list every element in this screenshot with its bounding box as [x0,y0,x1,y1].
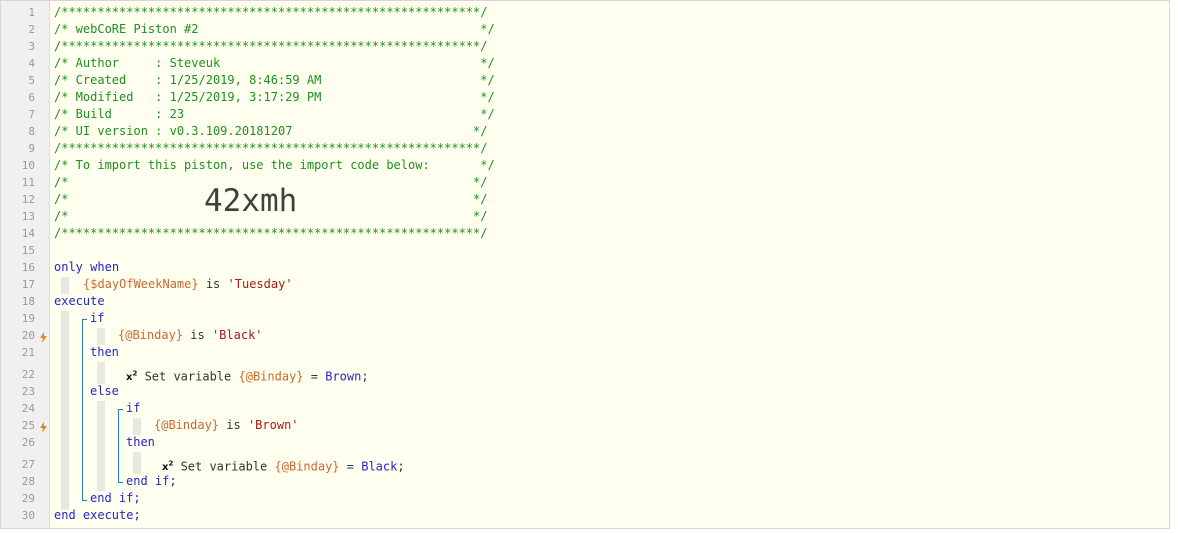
keyword-if[interactable]: if [90,310,104,327]
operator-is: is [226,418,241,432]
comment-title: /* webCoRE Piston #2 */ [54,22,495,36]
only-when-line: only when [54,259,119,276]
variable-binday: {@Binday} [154,418,220,432]
operator-is: is [205,277,221,291]
line-number: 8 [28,125,35,138]
set-variable-line[interactable]: x2 Set variable {@Binday} = Black; [162,456,405,476]
set-variable-line[interactable]: x2 Set variable {@Binday} = Brown; [126,366,369,386]
line-number: 5 [28,74,35,87]
line-number: 22 [21,368,35,381]
indent-guide [97,362,105,384]
keyword-end-execute: end execute; [54,508,141,522]
line-number: 6 [28,91,35,104]
keyword-end-if: end if; [90,491,141,505]
line-number: 14 [21,227,35,240]
block-line [118,409,119,483]
comment-created: /* Created : 1/25/2019, 8:46:59 AM */ [54,73,495,87]
keyword-if[interactable]: if [126,400,140,417]
indent-guide [61,311,69,510]
line-number: 7 [28,108,35,121]
line-number: 3 [28,40,35,53]
line-number: 24 [21,402,35,415]
variable-x2-icon: x2 [162,460,174,474]
comment-author: /* Author : Steveuk */ [54,56,495,70]
line-number: 4 [28,57,35,70]
line-number: 10 [21,159,35,172]
indent-guide [97,328,105,345]
comment-modified: /* Modified : 1/25/2019, 3:17:29 PM */ [54,90,495,104]
line-number: 11 [21,176,35,189]
indent-guide [133,418,141,435]
value-black: Black [361,459,398,474]
condition-line[interactable]: {@Binday} is 'Black' [118,327,263,344]
line-number: 16 [21,261,35,274]
indent-guide [97,401,105,491]
block-line [82,500,87,501]
line-number: 1 [28,6,35,19]
variable-binday: {@Binday} [118,328,184,342]
variable-x2-icon: x2 [126,370,138,384]
keyword-when: when [90,260,120,274]
comment-border: /***************************************… [54,39,488,53]
action-set-variable: Set variable [144,369,232,384]
keyword-then: then [90,345,119,359]
keyword-then: then [126,435,155,449]
block-line [82,319,83,501]
line-gutter: 1 2 3 4 5 6 7 8 9 10 11 12 13 14 15 16 17 18 19 20 21 22 23 24 2… [1,1,50,528]
block-line [118,409,123,410]
value-brown: Brown [325,369,362,384]
line-number: 25 [21,419,35,432]
line-number: 17 [21,278,35,291]
comment-build: /* Build : 23 */ [54,107,495,121]
block-line [82,319,87,320]
condition-line[interactable]: {@Binday} is 'Brown' [154,417,299,434]
comment-border: /***************************************… [54,141,488,155]
comment-import-text: /* To import this piston, use the import… [54,158,495,172]
line-number: 15 [21,244,35,257]
comment-border: /***************************************… [54,226,488,240]
keyword-end-if: end if; [126,474,177,488]
line-number: 18 [21,295,35,308]
indent-guide [61,277,69,294]
line-number: 27 [21,458,35,471]
comment-ui-version: /* UI version : v0.3.109.20181207 */ [54,124,488,138]
keyword-else: else [90,384,119,398]
keyword-only: only [54,260,83,274]
operator-is: is [190,328,205,342]
line-number: 9 [28,142,35,155]
string-brown: 'Brown' [247,418,299,432]
line-number: 21 [21,346,35,359]
code-editor: 1 2 3 4 5 6 7 8 9 10 11 12 13 14 15 16 17 18 19 20 21 22 23 24 2… [0,0,1170,529]
line-number: 26 [21,436,35,449]
line-number: 2 [28,23,35,36]
line-number: 13 [21,210,35,223]
block-line [118,482,123,483]
string-black: 'Black' [211,328,263,342]
trigger-bolt-icon [39,332,48,343]
variable-binday: {@Binday} [274,459,340,474]
variable-day: {$dayOfWeekName} [83,277,199,291]
line-number: 12 [21,193,35,206]
line-number: 20 [21,329,35,342]
condition-line[interactable]: {$dayOfWeekName} is 'Tuesday' [83,276,293,293]
keyword-execute: execute [54,294,105,308]
line-number: 28 [21,475,35,488]
indent-guide [133,452,141,474]
action-set-variable: Set variable [180,459,268,474]
variable-binday: {@Binday} [238,369,304,384]
line-number: 29 [21,492,35,505]
string-tuesday: 'Tuesday' [227,277,293,291]
line-number: 23 [21,385,35,398]
import-code: 42xmh [204,183,298,219]
trigger-bolt-icon [39,422,48,433]
comment-border: /***************************************… [54,5,488,19]
line-number: 19 [21,312,35,325]
line-number: 30 [21,509,35,522]
